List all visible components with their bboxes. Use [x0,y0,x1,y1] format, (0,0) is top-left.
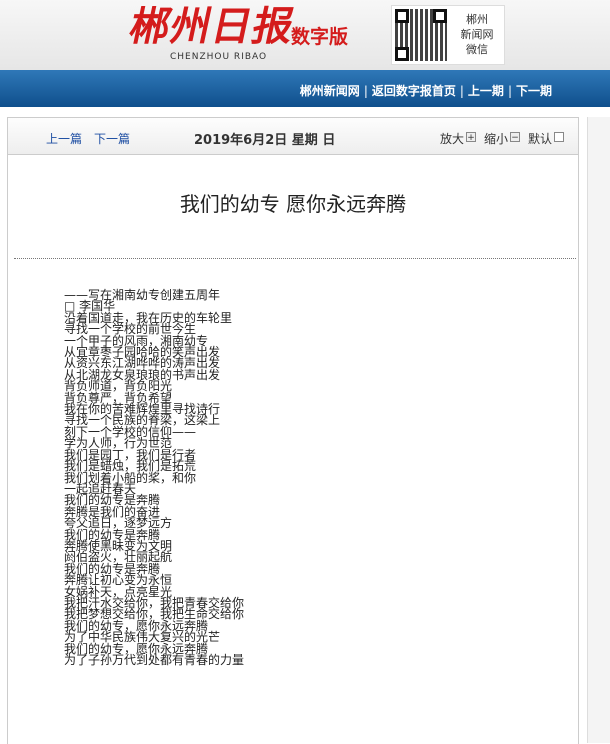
next-article-link[interactable]: 下一篇 [94,130,130,147]
nav-separator: | [459,84,464,98]
nav-link-home[interactable]: 返回数字报首页 [372,84,456,98]
nav-separator: | [507,84,512,98]
wechat-qr-panel: 郴州 新闻网 微信 [391,5,505,65]
top-nav: 郴州新闻网 | 返回数字报首页 | 上一期 | 下一期 [0,70,610,107]
nav-separator: | [363,84,368,98]
nav-link-next-issue[interactable]: 下一期 [516,84,552,98]
article-title: 我们的幼专 愿你永远奔腾 [179,192,407,216]
title-divider [14,258,576,259]
zoom-in-label[interactable]: 放大 [440,130,464,147]
article-body: ——写在湘南幼专创建五周年 □ 李国华 沿着国道走，我在历史的车轮里 寻找一个学校的前… [64,289,245,667]
issue-date: 2019年6月2日 星期 日 [194,133,336,148]
default-checkbox[interactable] [554,132,564,142]
logo-english: CHENZHOU RIBAO [170,52,268,62]
nav-link-prev-issue[interactable]: 上一期 [468,84,504,98]
newspaper-logo[interactable]: 郴州日报 [125,3,299,50]
digital-edition-label: 数字版 [291,26,349,48]
prev-article-link[interactable]: 上一篇 [46,130,82,147]
qr-corner-icon [395,47,409,61]
zoom-out-icon[interactable]: − [510,132,520,143]
nav-link-news-site[interactable]: 郴州新闻网 [300,84,360,98]
qr-caption: 郴州 新闻网 微信 [460,13,494,56]
zoom-in-icon[interactable]: + [466,132,476,143]
masthead: 郴州日报 数字版 CHENZHOU RIBAO 郴州 新闻网 微信 [0,0,610,70]
qr-corner-icon [395,9,409,23]
zoom-out-label[interactable]: 缩小 [484,130,508,147]
poem-line: 为了子孙万代到处都有青春的力量 [64,653,245,667]
article-frame: 上一篇 下一篇 2019年6月2日 星期 日 放大 + 缩小 − 默认 我们的幼… [7,117,579,744]
default-size-label[interactable]: 默认 [528,130,552,147]
nav-links: 郴州新闻网 | 返回数字报首页 | 上一期 | 下一期 [300,82,552,99]
qr-corner-icon [433,9,447,23]
article-toolbar: 上一篇 下一篇 2019年6月2日 星期 日 放大 + 缩小 − 默认 [8,118,578,155]
side-rail [587,117,610,743]
